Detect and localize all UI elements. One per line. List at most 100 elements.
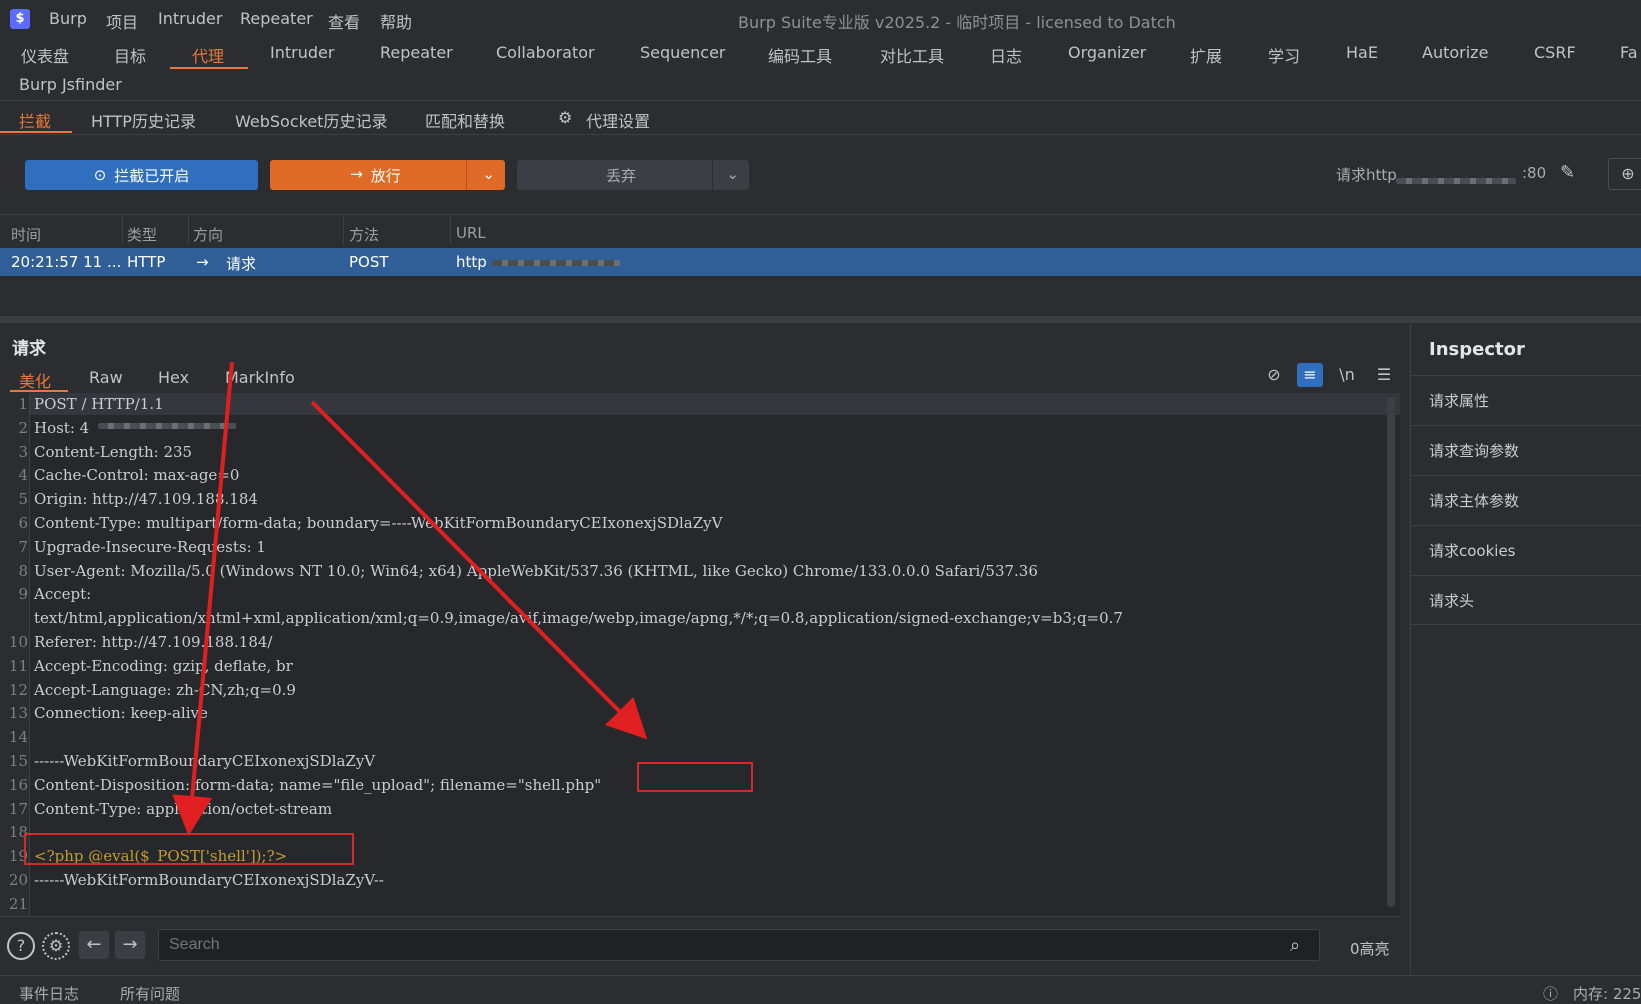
inspector-item-query-params[interactable]: 请求查询参数 — [1411, 425, 1641, 475]
intercept-toggle-button[interactable]: ⊙ 拦截已开启 — [25, 160, 258, 190]
search-icon[interactable]: ⌕ — [1290, 935, 1300, 956]
code-line: Origin: http://47.109.188.184 — [34, 490, 258, 509]
request-editor[interactable]: 1 POST / HTTP/1.1 2 Host: 4 3 Content-Length:… — [0, 393, 1400, 916]
inspector-item-request-attributes[interactable]: 请求属性 — [1411, 375, 1641, 425]
hide-eye-icon[interactable]: ⊘ — [1261, 363, 1287, 387]
menu-intruder[interactable]: Intruder — [158, 9, 222, 28]
inspector-item-headers[interactable]: 请求头 — [1411, 575, 1641, 625]
col-type[interactable]: 类型 — [127, 224, 157, 245]
menu-repeater[interactable]: Repeater — [240, 9, 313, 28]
drop-button[interactable]: 丢弃 ⌄ — [517, 160, 749, 190]
code-line: Upgrade-Insecure-Requests: 1 — [34, 537, 266, 556]
search-input[interactable] — [158, 929, 1320, 961]
edit-pencil-icon[interactable]: ✎ — [1560, 162, 1575, 183]
subtab-proxy-settings[interactable]: 代理设置 — [586, 108, 650, 132]
line-number: 4 — [18, 466, 28, 485]
all-issues-link[interactable]: 所有问题 — [120, 983, 180, 1004]
gear-icon[interactable]: ⚙ — [558, 108, 572, 127]
col-url[interactable]: URL — [456, 224, 486, 242]
highlight-count: 0高亮 — [1350, 940, 1390, 958]
tab-logger[interactable]: 日志 — [990, 43, 1022, 67]
menu-icon[interactable]: ☰ — [1371, 363, 1397, 387]
tab-organizer[interactable]: Organizer — [1068, 43, 1146, 62]
globe-icon[interactable]: ⊕ — [1608, 158, 1641, 190]
tab-collaborator[interactable]: Collaborator — [496, 43, 595, 62]
tab-raw[interactable]: Raw — [89, 368, 123, 387]
tab-dashboard[interactable]: 仪表盘 — [21, 43, 69, 67]
subtab-intercept[interactable]: 拦截 — [19, 108, 51, 132]
intercept-label: 拦截已开启 — [114, 166, 190, 185]
subtab-http-history[interactable]: HTTP历史记录 — [91, 108, 196, 132]
tab-sequencer[interactable]: Sequencer — [640, 43, 726, 62]
inspector-item-cookies[interactable]: 请求cookies — [1411, 525, 1641, 575]
divider — [0, 100, 1641, 101]
redacted-host-value — [98, 423, 236, 429]
editor-scrollbar[interactable] — [1387, 397, 1395, 907]
inspector-item-body-params[interactable]: 请求主体参数 — [1411, 475, 1641, 525]
code-line: ------WebKitFormBoundaryCEIxonexjSDlaZyV… — [34, 871, 384, 889]
tab-markinfo[interactable]: MarkInfo — [225, 368, 295, 387]
tab-hex[interactable]: Hex — [158, 368, 189, 387]
redacted-url — [492, 260, 620, 266]
menu-view[interactable]: 查看 — [328, 9, 360, 33]
tab-hae[interactable]: HaE — [1346, 43, 1378, 62]
menu-help[interactable]: 帮助 — [380, 9, 412, 33]
status-bar: 事件日志 所有问题 ⓘ 内存: 225 — [0, 975, 1641, 1004]
tab-target[interactable]: 目标 — [114, 43, 146, 67]
line-number: 11 — [8, 656, 28, 675]
line-number: 15 — [8, 752, 28, 770]
newline-toggle-icon[interactable]: \n — [1334, 363, 1360, 387]
redacted-host — [1396, 178, 1516, 184]
tab-comparer[interactable]: 对比工具 — [880, 43, 944, 67]
tab-repeater[interactable]: Repeater — [380, 43, 453, 62]
tab-burp-jsfinder[interactable]: Burp Jsfinder — [19, 75, 122, 94]
settings-gear-icon[interactable]: ⚙ — [42, 932, 70, 960]
code-line: Accept-Encoding: gzip, deflate, br — [34, 656, 293, 675]
line-number: 16 — [8, 775, 28, 794]
tab-intruder[interactable]: Intruder — [270, 43, 334, 62]
wrap-lines-icon[interactable]: ≡ — [1297, 363, 1323, 387]
event-log-link[interactable]: 事件日志 — [19, 983, 79, 1004]
title-bar: $ Burp 项目 Intruder Repeater 查看 帮助 Burp S… — [0, 0, 1641, 38]
subtab-match-replace[interactable]: 匹配和替换 — [425, 108, 505, 132]
tab-fa[interactable]: Fa — [1620, 43, 1638, 62]
divider — [0, 134, 1641, 135]
menu-project[interactable]: 项目 — [106, 9, 138, 33]
tab-proxy[interactable]: 代理 — [192, 43, 224, 67]
arrow-right-icon: → — [350, 164, 363, 183]
table-row[interactable]: 20:21:57 11 ... HTTP → 请求 POST http — [0, 248, 1641, 276]
chevron-down-icon[interactable]: ⌄ — [482, 165, 495, 183]
line-number: 13 — [8, 704, 28, 723]
help-icon[interactable]: ? — [7, 932, 35, 960]
chevron-down-icon[interactable]: ⌄ — [726, 165, 739, 183]
menu-burp[interactable]: Burp — [49, 9, 87, 28]
code-line: ------WebKitFormBoundaryCEIxonexjSDlaZyV — [34, 752, 376, 770]
tab-learn[interactable]: 学习 — [1268, 43, 1300, 67]
col-time[interactable]: 时间 — [11, 224, 41, 245]
col-method[interactable]: 方法 — [349, 224, 379, 245]
tab-autorize[interactable]: Autorize — [1422, 43, 1488, 62]
line-number: 12 — [8, 680, 28, 699]
code-line: User-Agent: Mozilla/5.0 (Windows NT 10.0… — [34, 561, 1038, 580]
line-number: 21 — [8, 894, 28, 913]
splitter[interactable] — [0, 316, 1641, 323]
next-arrow-icon[interactable]: → — [115, 931, 145, 959]
drop-label: 丢弃 — [605, 166, 636, 185]
request-port: :80 — [1522, 164, 1547, 182]
tab-extensions[interactable]: 扩展 — [1190, 43, 1222, 67]
col-direction[interactable]: 方向 — [193, 224, 223, 245]
forward-button[interactable]: → 放行 ⌄ — [270, 160, 505, 190]
tab-pretty[interactable]: 美化 — [19, 368, 51, 392]
request-panel-title: 请求 — [12, 339, 46, 359]
inspector-title: Inspector — [1429, 339, 1525, 360]
filename-annotation-box — [637, 762, 753, 792]
active-tab-indicator — [170, 67, 248, 69]
code-line: Content-Type: multipart/form-data; bound… — [34, 514, 723, 532]
memory-usage: 内存: 225 — [1573, 985, 1641, 1003]
current-line-highlight — [30, 393, 1400, 415]
previous-arrow-icon[interactable]: ← — [79, 931, 109, 959]
inspector-panel: Inspector 请求属性 请求查询参数 请求主体参数 请求cookies 请… — [1410, 323, 1641, 974]
tab-csrf[interactable]: CSRF — [1534, 43, 1576, 62]
tab-decoder[interactable]: 编码工具 — [768, 43, 832, 67]
subtab-websocket-history[interactable]: WebSocket历史记录 — [235, 108, 387, 132]
